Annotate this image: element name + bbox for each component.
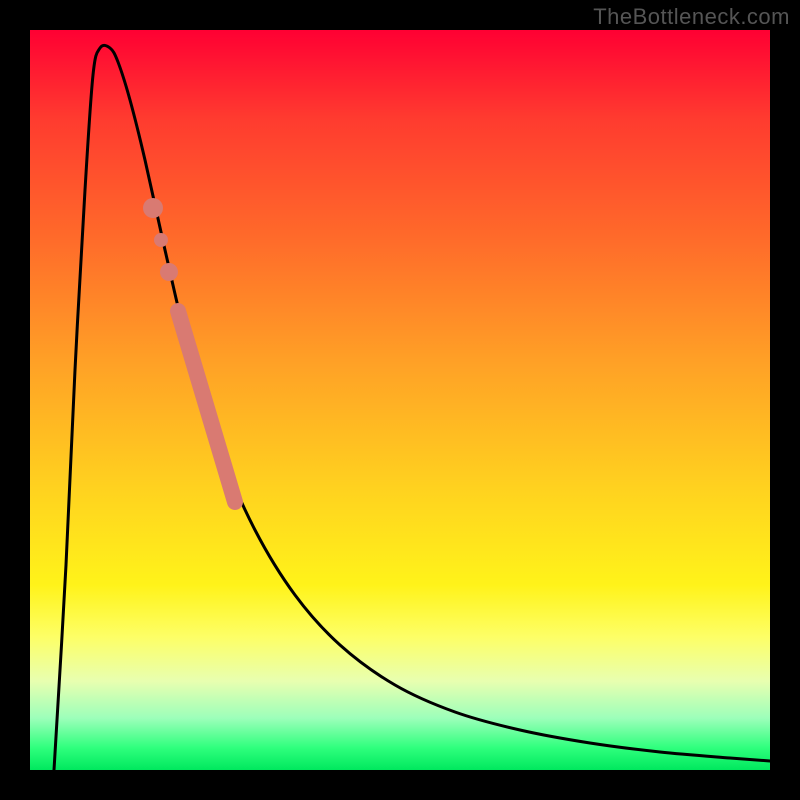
highlight-dot xyxy=(154,233,168,247)
chart-frame: TheBottleneck.com xyxy=(0,0,800,800)
highlight-segment xyxy=(178,311,235,502)
plot-area xyxy=(30,30,770,770)
highlight-dot xyxy=(160,263,178,281)
highlight-markers xyxy=(143,198,235,502)
curve-layer xyxy=(30,30,770,770)
watermark-text: TheBottleneck.com xyxy=(593,4,790,30)
bottleneck-curve xyxy=(54,45,770,770)
highlight-dot xyxy=(143,198,163,218)
